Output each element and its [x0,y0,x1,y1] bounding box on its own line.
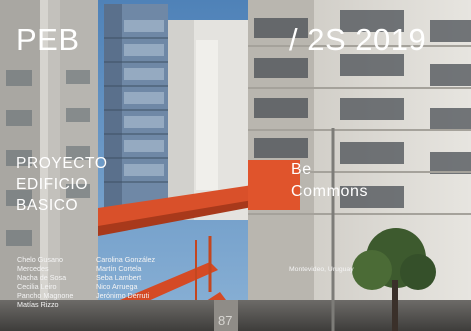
project-title-line: EDIFICIO [16,176,88,193]
author-name: Martín Cortela [96,264,142,274]
author-name: Chelo Gusano [17,255,63,264]
subtitle-line: Be [291,161,312,178]
author-name: Matías Rizzo [17,300,59,310]
author-name: Carolina González [96,255,156,264]
project-title: PROYECTO EDIFICIO BASICO [16,153,108,216]
project-subtitle: Be Commons [291,159,368,203]
page-number: 87 [218,313,233,328]
subtitle-line: Commons [291,183,369,200]
author-name: Nico Arruega [96,282,138,292]
project-title-line: PROYECTO [16,155,108,172]
author-name: Cecilia Leiro [17,282,57,292]
author-name: Pancho Magnone [17,291,74,301]
author-name: Nacha de Sosa [17,273,67,283]
edition-label: / 2S 2019 [289,22,427,57]
journal-name: PEB [16,22,80,57]
magazine-cover: PEB / 2S 2019 PROYECTO EDIFICIO BASICO B… [0,0,471,331]
authors-left: Chelo Gusano Mercedes Nacha de Sosa Ceci… [17,255,73,310]
glass-tower [104,4,168,214]
project-title-line: BASICO [16,197,79,214]
author-name: Jerónimo Derruti [96,291,150,301]
authors-right: Carolina González Martín Cortela Seba La… [96,255,155,300]
location-label: Montevideo, Uruguay [289,266,354,273]
author-name: Seba Lambert [96,273,142,283]
author-name: Mercedes [17,264,49,274]
